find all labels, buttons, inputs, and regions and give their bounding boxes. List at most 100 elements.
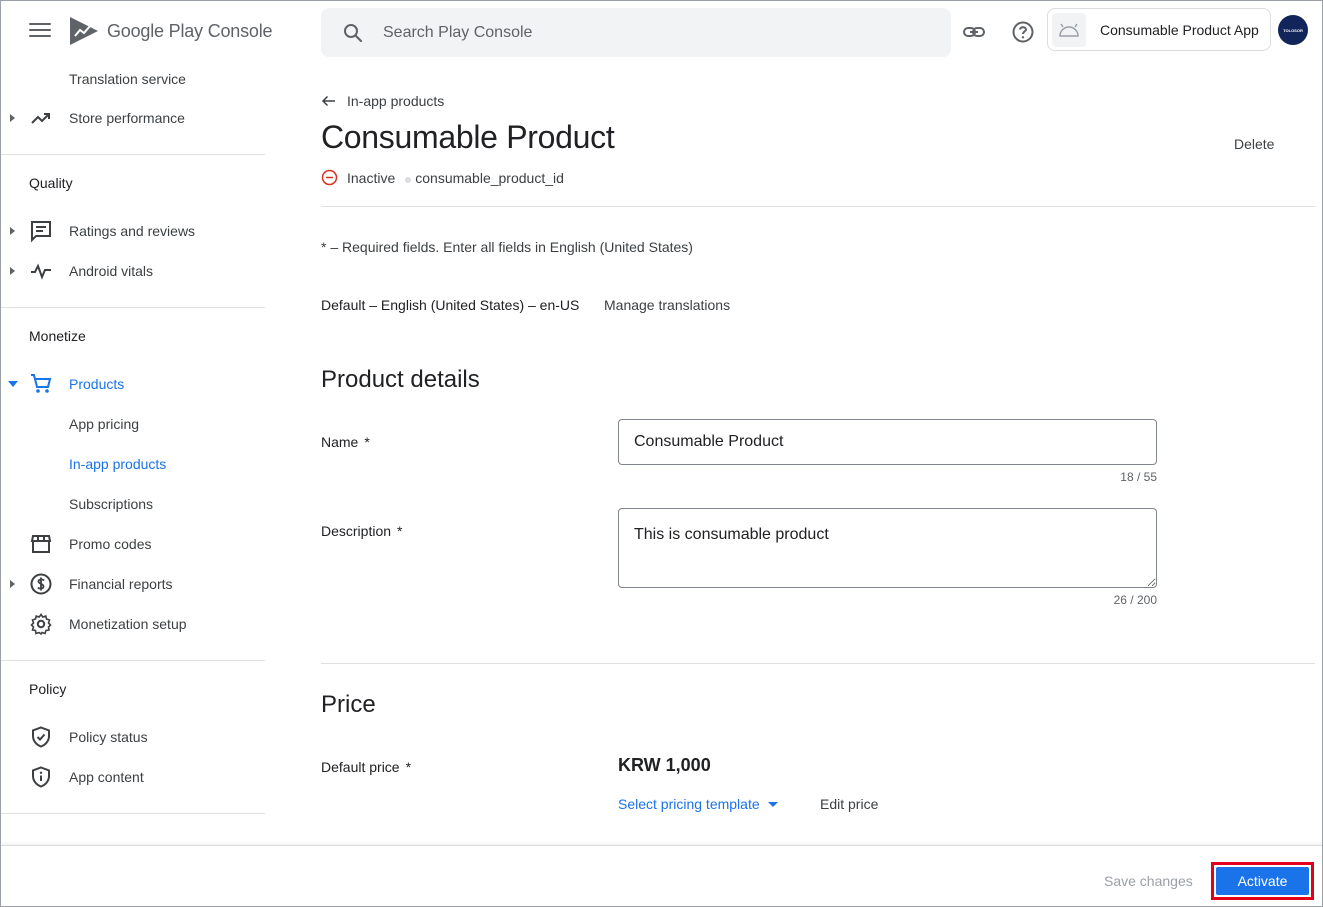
default-price-label-text: Default price <box>321 759 400 775</box>
collapse-caret-icon <box>8 381 18 387</box>
section-divider <box>321 663 1315 664</box>
sidebar-divider <box>1 660 265 661</box>
sidebar-item-promo-codes[interactable]: Promo codes <box>1 524 265 564</box>
default-price-label: Default price * <box>321 759 411 775</box>
section-title-quality: Quality <box>29 175 73 191</box>
app-name: Consumable Product App <box>1100 21 1259 38</box>
search-placeholder: Search Play Console <box>383 23 533 41</box>
sidebar-divider <box>1 307 265 308</box>
sidebar-item-label: Subscriptions <box>69 496 154 512</box>
menu-icon[interactable] <box>29 23 51 41</box>
sidebar-item-app-pricing[interactable]: App pricing <box>1 404 265 444</box>
sidebar-item-store-performance[interactable]: Store performance <box>1 98 265 138</box>
price-heading: Price <box>321 691 376 718</box>
android-icon <box>1059 23 1079 37</box>
description-label: Description * <box>321 523 402 539</box>
vitals-icon <box>31 263 51 280</box>
sidebar-divider <box>1 154 265 155</box>
section-title-policy: Policy <box>29 681 67 697</box>
app-selector[interactable]: Consumable Product App <box>1047 8 1271 51</box>
manage-translations-link[interactable]: Manage translations <box>604 297 730 313</box>
sidebar-item-label: App content <box>69 769 144 785</box>
product-details-heading: Product details <box>321 366 480 393</box>
required-star: * <box>364 434 370 450</box>
sidebar-item-label: Android vitals <box>69 263 154 279</box>
separator-dot <box>405 176 412 183</box>
shield-info-icon <box>32 766 50 788</box>
avatar[interactable]: TOLOSOR <box>1278 15 1308 45</box>
status-badge: Inactive <box>347 169 396 186</box>
sidebar-item-monetization-setup[interactable]: Monetization setup <box>1 604 265 644</box>
trending-up-icon <box>31 113 50 124</box>
sidebar-item-label: Translation service <box>69 71 186 87</box>
product-id: consumable_product_id <box>415 169 564 186</box>
page-title: Consumable Product <box>321 119 615 155</box>
footer-action-bar: Save changes Activate <box>1 845 1322 906</box>
play-console-logo-icon <box>70 17 98 45</box>
expand-caret-icon <box>10 267 15 275</box>
section-title-monetize: Monetize <box>29 328 86 344</box>
breadcrumb: In-app products <box>347 93 445 109</box>
select-pricing-template-dropdown[interactable]: Select pricing template <box>618 796 778 812</box>
expand-caret-icon <box>10 580 15 588</box>
name-label: Name * <box>321 434 370 450</box>
sidebar-item-subscriptions[interactable]: Subscriptions <box>1 484 265 524</box>
sidebar-item-label: Monetization setup <box>69 616 187 632</box>
sidebar-divider <box>1 813 265 814</box>
google-play-console-logo[interactable]: Google Play Console <box>69 15 273 47</box>
sidebar-item-app-content[interactable]: App content <box>1 757 265 797</box>
default-language: Default – English (United States) – en-U… <box>321 297 580 313</box>
dollar-icon <box>30 573 52 595</box>
sidebar-item-in-app-products[interactable]: In-app products <box>1 444 265 484</box>
sidebar-item-policy-status[interactable]: Policy status <box>1 717 265 757</box>
description-field[interactable]: This is consumable product <box>618 508 1157 588</box>
description-label-text: Description <box>321 523 392 539</box>
sidebar-item-products[interactable]: Products <box>1 364 265 404</box>
page-frame: Google Play Console Search Play Console … <box>0 0 1323 907</box>
delete-button[interactable]: Delete <box>1226 134 1282 154</box>
sidebar-item-label: In-app products <box>69 456 167 472</box>
activate-button[interactable]: Activate <box>1216 867 1309 895</box>
status-row: Inactive consumable_product_id <box>321 169 564 186</box>
name-char-counter: 18 / 55 <box>1120 470 1157 484</box>
save-changes-button[interactable]: Save changes <box>1097 873 1200 889</box>
name-label-text: Name <box>321 434 359 450</box>
sidebar-item-translation-service[interactable]: Translation service <box>1 59 265 99</box>
shield-check-icon <box>32 726 50 748</box>
gear-icon <box>30 613 52 636</box>
sidebar-item-financial-reports[interactable]: Financial reports <box>1 564 265 604</box>
search-icon <box>344 23 363 42</box>
sidebar-item-label: Policy status <box>69 729 148 745</box>
name-field[interactable] <box>618 419 1157 465</box>
arrow-left-icon <box>321 95 335 107</box>
sidebar-item-label: App pricing <box>69 416 140 432</box>
edit-price-button[interactable]: Edit price <box>820 796 878 812</box>
app-icon <box>1052 12 1086 47</box>
sidebar-item-android-vitals[interactable]: Android vitals <box>1 251 265 291</box>
sidebar-item-label: Promo codes <box>69 536 152 552</box>
inactive-status-icon <box>321 169 338 186</box>
cart-icon <box>31 374 52 393</box>
required-star: * <box>397 523 403 539</box>
description-char-counter: 26 / 200 <box>1113 593 1157 607</box>
reviews-icon <box>31 221 51 243</box>
dropdown-arrow-icon <box>767 801 778 807</box>
logo-console: Console <box>207 20 273 41</box>
sidebar-item-label: Products <box>69 376 125 392</box>
logo-google-play: Google Play <box>107 20 203 41</box>
expand-caret-icon <box>10 114 15 122</box>
pricing-template-label: Select pricing template <box>618 796 760 812</box>
sidebar: Translation service Store performance Qu… <box>1 61 265 851</box>
sidebar-item-label: Financial reports <box>69 576 173 592</box>
sidebar-item-label: Ratings and reviews <box>69 223 196 239</box>
link-icon[interactable] <box>961 19 987 45</box>
back-to-in-app-products[interactable]: In-app products <box>321 93 444 109</box>
default-price-value: KRW 1,000 <box>618 755 711 775</box>
search-bar[interactable]: Search Play Console <box>321 8 951 57</box>
help-icon[interactable] <box>1010 19 1036 45</box>
store-icon <box>30 535 52 553</box>
avatar-text: TOLOSOR <box>1283 27 1303 33</box>
sidebar-item-ratings-reviews[interactable]: Ratings and reviews <box>1 211 265 251</box>
expand-caret-icon <box>10 227 15 235</box>
required-fields-note: * – Required fields. Enter all fields in… <box>321 239 693 255</box>
